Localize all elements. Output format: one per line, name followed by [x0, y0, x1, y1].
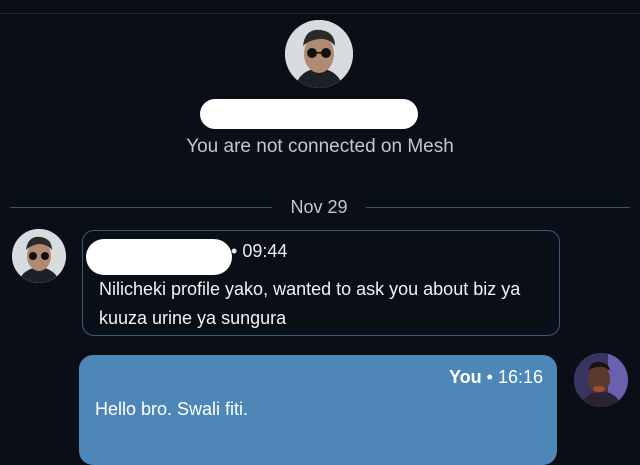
contact-avatar[interactable] — [285, 20, 353, 88]
incoming-message-text: Nilicheki profile yako, wanted to ask yo… — [99, 279, 521, 328]
sender-avatar[interactable] — [12, 229, 66, 283]
connection-status-text: You are not connected on Mesh — [186, 136, 454, 157]
incoming-message-time: 09:44 — [242, 241, 288, 261]
date-divider: Nov 29 — [10, 196, 630, 218]
meta-separator: • — [486, 367, 493, 387]
outgoing-message-text: Hello bro. Swali fiti. — [95, 399, 249, 419]
outgoing-message-meta: You • 16:16 — [449, 367, 543, 388]
outgoing-message-bubble[interactable]: You • 16:16 Hello bro. Swali fiti. — [79, 355, 557, 465]
top-divider — [0, 13, 640, 14]
divider-line-left — [10, 207, 272, 208]
divider-line-right — [366, 207, 630, 208]
sender-photo — [12, 229, 66, 283]
incoming-message-meta: • 09:44 — [231, 241, 287, 262]
contact-photo — [285, 20, 353, 88]
redacted-contact-name — [200, 99, 418, 129]
my-avatar[interactable] — [574, 353, 628, 407]
sender-you-label: You — [448, 367, 482, 387]
my-photo — [574, 353, 628, 407]
outgoing-message-time: 16:16 — [497, 367, 543, 387]
date-label: Nov 29 — [290, 197, 348, 217]
redacted-sender-name — [86, 239, 232, 275]
